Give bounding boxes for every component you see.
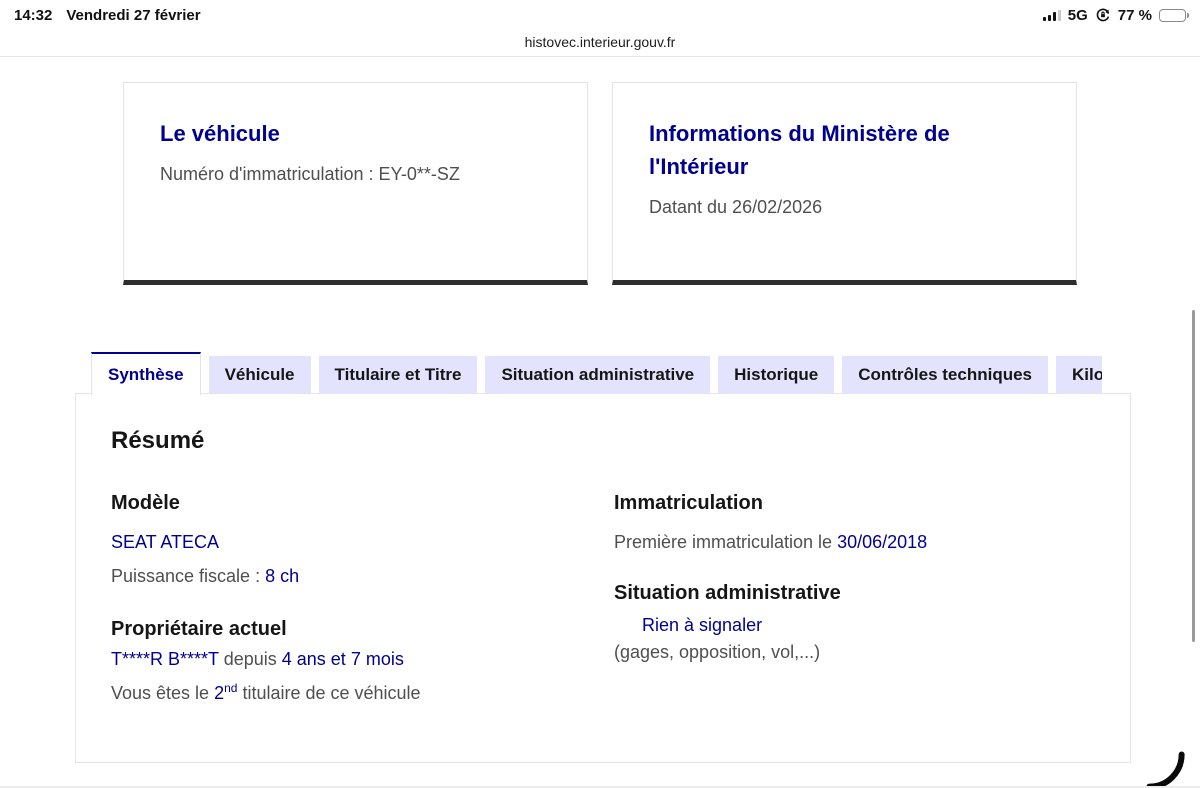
tab-kilometrage[interactable]: Kilométrage <box>1056 356 1102 394</box>
tab-synthese[interactable]: Synthèse <box>91 352 201 395</box>
battery-icon <box>1159 9 1186 22</box>
ministry-card-title: Informations du Ministère de l'Intérieur <box>649 117 979 183</box>
panel-title: Résumé <box>111 427 204 455</box>
tab-historique[interactable]: Historique <box>718 356 834 394</box>
tab-situation-administrative[interactable]: Situation administrative <box>485 356 710 394</box>
situation-status: Rien à signaler <box>642 615 762 635</box>
model-name: SEAT ATECA <box>111 532 219 552</box>
clock: 14:32 <box>14 7 52 24</box>
owner-line: T****R B****T depuis 4 ans et 7 mois <box>111 646 581 673</box>
fiscal-power-line: Puissance fiscale : 8 ch <box>111 563 581 590</box>
ministry-info-card: Informations du Ministère de l'Intérieur… <box>612 82 1077 285</box>
status-bar: 14:32 Vendredi 27 février 5G 77 % <box>0 0 1200 28</box>
registration-number: Numéro d'immatriculation : EY-0**-SZ <box>160 161 551 187</box>
vehicle-card-title: Le véhicule <box>160 117 551 150</box>
model-heading: Modèle <box>111 492 581 515</box>
rotation-lock-icon <box>1095 7 1111 23</box>
tab-titulaire-et-titre[interactable]: Titulaire et Titre <box>319 356 478 394</box>
fiscal-power-value: 8 ch <box>265 566 299 586</box>
loading-spinner-icon <box>1145 748 1191 788</box>
owner-name: T****R B****T <box>111 649 219 669</box>
address-bar[interactable]: histovec.interieur.gouv.fr <box>0 28 1200 57</box>
situation-note: (gages, opposition, vol,...) <box>614 639 1084 666</box>
summary-right-column: Immatriculation Première immatriculation… <box>614 492 1084 666</box>
battery-percent: 77 % <box>1118 7 1152 24</box>
first-registration-line: Première immatriculation le 30/06/2018 <box>614 529 1084 556</box>
date: Vendredi 27 février <box>66 7 200 24</box>
registration-heading: Immatriculation <box>614 492 1084 515</box>
scrollbar-thumb[interactable] <box>1192 310 1195 642</box>
holder-rank: 2 <box>214 683 224 703</box>
synthese-panel: Résumé Modèle SEAT ATECA Puissance fisca… <box>75 393 1131 763</box>
signal-strength-icon <box>1043 10 1061 21</box>
owner-heading: Propriétaire actuel <box>111 618 581 641</box>
holder-rank-ordinal: nd <box>224 681 237 695</box>
report-date: Datant du 26/02/2026 <box>649 194 1040 220</box>
address-bar-url[interactable]: histovec.interieur.gouv.fr <box>525 34 676 50</box>
screen: 14:32 Vendredi 27 février 5G 77 % <box>0 0 1200 788</box>
network-type: 5G <box>1068 7 1088 24</box>
tab-vehicule[interactable]: Véhicule <box>209 356 311 394</box>
owner-duration: 4 ans et 7 mois <box>282 649 404 669</box>
tab-bar: Synthèse Véhicule Titulaire et Titre Sit… <box>91 352 1102 394</box>
situation-heading: Situation administrative <box>614 582 1084 605</box>
first-registration-date: 30/06/2018 <box>837 532 927 552</box>
vehicle-card: Le véhicule Numéro d'immatriculation : E… <box>123 82 588 285</box>
holder-rank-line: Vous êtes le 2nd titulaire de ce véhicul… <box>111 675 581 707</box>
summary-left-column: Modèle SEAT ATECA Puissance fiscale : 8 … <box>111 492 581 707</box>
tab-controles-techniques[interactable]: Contrôles techniques <box>842 356 1048 394</box>
